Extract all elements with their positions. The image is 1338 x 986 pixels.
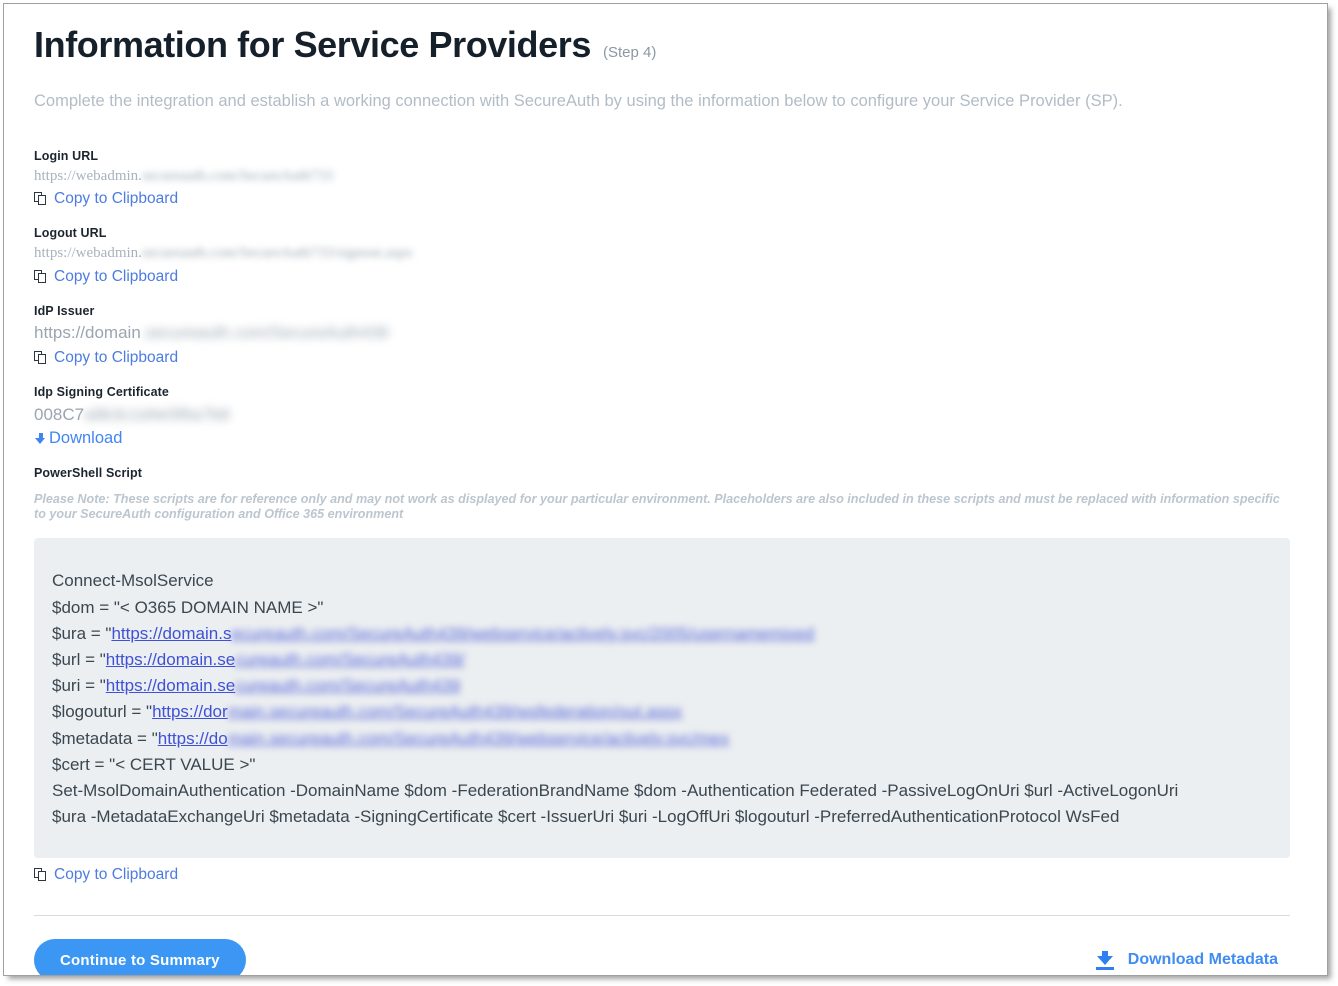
script-line: $ura = "https://domain.secureauth.com/Se… (52, 621, 1274, 647)
download-metadata-link[interactable]: Download Metadata (1095, 950, 1278, 970)
copy-logout-url-link[interactable]: Copy to Clipboard (34, 267, 178, 287)
script-line: $url = "https://domain.secureauth.com/Se… (52, 647, 1274, 673)
script-line-prefix: $uri = " (52, 676, 106, 696)
download-certificate-link[interactable]: Download (34, 429, 122, 448)
script-line-prefix: $url = " (52, 650, 106, 669)
script-line: $dom = "< O365 DOMAIN NAME >" (52, 597, 324, 617)
script-line-link-redacted: main.secureauth.com/SecureAuth439/wsfede… (227, 702, 683, 722)
script-line-link[interactable]: https://domain.secureauth.com/SecureAuth… (111, 624, 814, 643)
script-line-link-visible: https://dor (152, 702, 228, 722)
field-logout-url: Logout URL https://webadmin.secureauth.c… (34, 225, 1290, 288)
idp-issuer-value-redacted: .secureauth.com/SecureAuth439 (140, 323, 389, 343)
idp-issuer-value-visible: https://domain (34, 323, 141, 343)
script-line: $cert = "< CERT VALUE >" (52, 754, 256, 774)
copy-icon (34, 868, 47, 882)
page-header: Information for Service Providers (Step … (34, 26, 1290, 64)
script-line-prefix: $ura = " (52, 623, 112, 643)
signing-certificate-value-redacted: a9b3c1d4e5f6a7b8 (84, 405, 230, 425)
script-line-prefix: $metadata = " (52, 728, 158, 748)
script-line-link-redacted: ecureauth.com/SecureAuth439/webservice/a… (231, 623, 815, 643)
script-line-list: Connect-MsolService $dom = "< O365 DOMAIN… (52, 568, 1274, 830)
download-metadata-label: Download Metadata (1127, 951, 1278, 969)
signing-certificate-label: Idp Signing Certificate (34, 385, 169, 400)
script-line-link-redacted: main.secureauth.com/SecureAuth439/webser… (227, 728, 730, 748)
powershell-script-box: Connect-MsolService $dom = "< O365 DOMAIN… (34, 538, 1290, 859)
field-login-url: Login URL https://webadmin.secureauth.co… (34, 148, 1290, 211)
page-content: Information for Service Providers (Step … (34, 26, 1290, 975)
copy-script-label: Copy to Clipboard (54, 866, 179, 884)
download-icon (34, 432, 47, 446)
script-line-link-redacted: cureauth.com/SecureAuth439 (235, 676, 461, 696)
script-line-link-visible: https://domain.s (111, 623, 232, 643)
page-frame: Information for Service Providers (Step … (3, 3, 1328, 976)
script-line-prefix: $logouturl = " (52, 702, 153, 722)
copy-icon (34, 351, 47, 365)
copy-login-url-link[interactable]: Copy to Clipboard (34, 189, 178, 209)
download-icon (1095, 950, 1115, 970)
script-line-link-visible: https://domain.se (105, 650, 236, 669)
script-line: $ura -MetadataExchangeUri $metadata -Sig… (52, 807, 1120, 827)
copy-login-url-label: Copy to Clipboard (54, 190, 179, 208)
logout-url-value-redacted: secureauth.com/SecureAuth733/signout.asp… (141, 245, 413, 262)
script-line: $metadata = "https://domain.secureauth.c… (52, 726, 1274, 752)
idp-issuer-value: https://domain.secureauth.com/SecureAuth… (34, 322, 1290, 345)
logout-url-value: https://webadmin.secureauth.com/SecureAu… (34, 243, 1290, 263)
field-idp-issuer: IdP Issuer https://domain.secureauth.com… (34, 303, 1290, 371)
copy-idp-issuer-link[interactable]: Copy to Clipboard (34, 348, 178, 368)
login-url-value-visible: https://webadmin. (34, 168, 142, 185)
field-list: Login URL https://webadmin.secureauth.co… (34, 148, 1290, 481)
download-certificate-label: Download (49, 429, 123, 448)
signing-certificate-value-visible: 008C7 (34, 405, 85, 425)
copy-script-link[interactable]: Copy to Clipboard (34, 865, 178, 885)
script-line-link[interactable]: https://dormain.secureauth.com/SecureAut… (152, 702, 682, 721)
continue-to-summary-button[interactable]: Continue to Summary (34, 939, 246, 975)
login-url-value: https://webadmin.secureauth.com/SecureAu… (34, 166, 1290, 186)
script-line: $logouturl = "https://dormain.secureauth… (52, 699, 1274, 725)
logout-url-value-visible: https://webadmin. (34, 245, 142, 262)
login-url-label: Login URL (34, 149, 99, 164)
script-line-link[interactable]: https://domain.secureauth.com/SecureAuth… (106, 650, 465, 669)
copy-icon (34, 192, 47, 206)
script-line-link[interactable]: https://domain.secureauth.com/SecureAuth… (158, 729, 729, 748)
logout-url-label: Logout URL (34, 226, 107, 241)
step-indicator: (Step 4) (602, 44, 657, 61)
script-line: Connect-MsolService (52, 571, 214, 591)
script-line-link-visible: https://do (157, 728, 228, 748)
copy-icon (34, 269, 47, 284)
powershell-note: Please Note: These scripts are for refer… (34, 491, 1280, 522)
script-line: Set-MsolDomainAuthentication -DomainName… (52, 781, 1179, 801)
signing-certificate-value: 008C7a9b3c1d4e5f6a7b8 (34, 404, 1290, 427)
field-signing-certificate: Idp Signing Certificate 008C7a9b3c1d4e5f… (34, 384, 1290, 450)
copy-logout-url-label: Copy to Clipboard (54, 267, 179, 285)
page-subtitle: Complete the integration and establish a… (34, 91, 1123, 110)
footer-actions: Continue to Summary Download Metadata (34, 939, 1290, 975)
field-powershell-script: PowerShell Script (34, 465, 1290, 482)
page-title: Information for Service Providers (34, 24, 591, 65)
script-line: $uri = "https://domain.secureauth.com/Se… (52, 673, 1274, 699)
copy-idp-issuer-label: Copy to Clipboard (54, 349, 179, 367)
script-line-link[interactable]: https://domain.secureauth.com/SecureAuth… (106, 676, 460, 695)
login-url-value-redacted: secureauth.com/SecureAuth733 (141, 168, 334, 185)
idp-issuer-label: IdP Issuer (34, 303, 95, 318)
footer-divider (34, 915, 1290, 917)
script-line-link-visible: https://domain.se (105, 676, 236, 696)
powershell-script-label: PowerShell Script (34, 465, 142, 480)
script-line-link-redacted: cureauth.com/SecureAuth439/ (235, 650, 465, 669)
